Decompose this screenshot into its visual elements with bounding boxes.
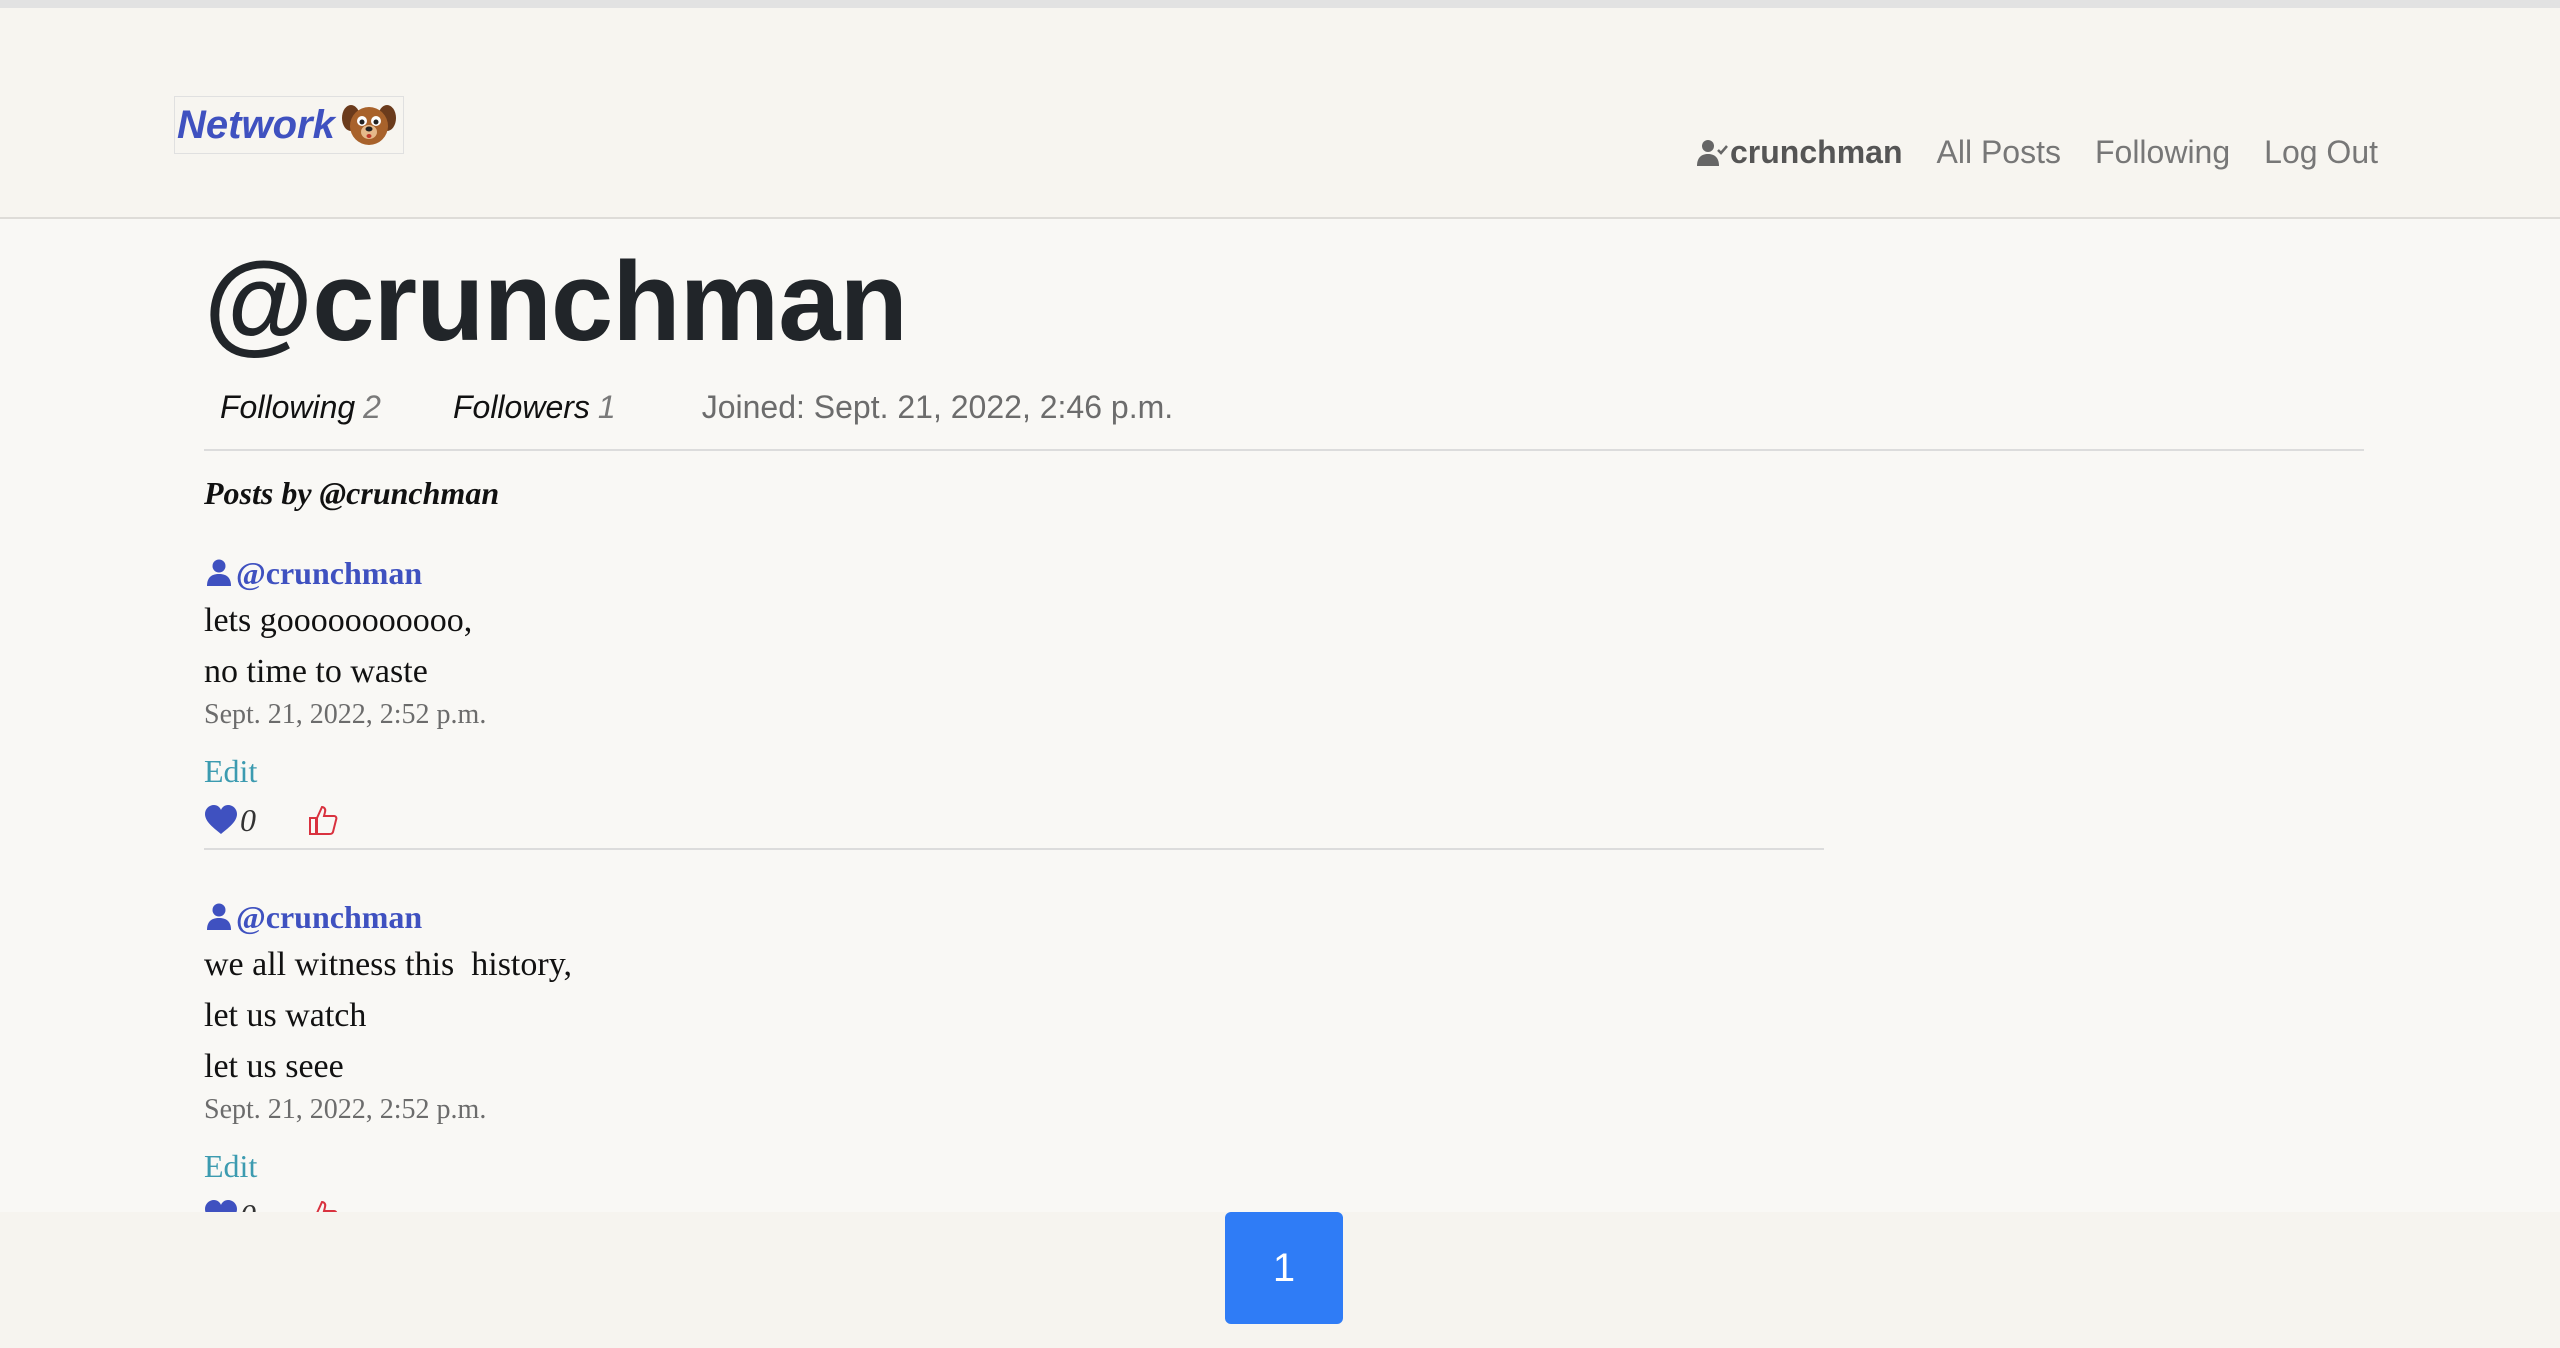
posts-heading: Posts by @crunchman	[204, 475, 500, 511]
page-button-current[interactable]: 1	[1225, 1212, 1343, 1324]
following-label: Following	[220, 389, 356, 425]
post-author-name: @crunchman	[236, 898, 423, 935]
like-button[interactable]: 0	[204, 802, 256, 839]
followers-count: 1	[597, 389, 616, 425]
heart-icon	[205, 805, 237, 834]
edit-post-link[interactable]: Edit	[204, 753, 257, 790]
followers-label: Followers	[452, 389, 590, 425]
following-count: 2	[363, 389, 381, 425]
post-divider	[204, 848, 1824, 850]
edit-post-link[interactable]: Edit	[204, 1148, 257, 1185]
brand-name: Network	[177, 102, 335, 147]
nav-log-out[interactable]: Log Out	[2264, 134, 2378, 171]
dog-logo-icon	[341, 105, 396, 145]
post-content-line: lets gooooooooooo,	[204, 602, 473, 639]
thumbs-up-icon[interactable]	[308, 804, 338, 836]
post-card: @crunchman lets gooooooooooo, no time to…	[204, 551, 1824, 850]
user-check-icon	[1697, 139, 1728, 166]
post-actions: 0	[204, 796, 1824, 844]
page-title: @crunchman	[204, 239, 908, 364]
post-card: @crunchman we all witness this history, …	[204, 895, 1824, 1239]
post-content-line: let us watch	[204, 997, 367, 1034]
user-icon	[207, 903, 231, 930]
joined-date: Joined: Sept. 21, 2022, 2:46 p.m.	[701, 389, 1174, 425]
post-author-link[interactable]: @crunchman	[204, 551, 1824, 595]
like-count: 0	[240, 801, 256, 838]
post-timestamp: Sept. 21, 2022, 2:52 p.m.	[204, 699, 487, 730]
profile-stats: Following 2 Followers 1 Joined: Sept. 21, …	[220, 389, 1173, 426]
nav-username: crunchman	[1730, 134, 1903, 170]
brand-logo[interactable]: Network	[174, 96, 404, 154]
user-icon	[207, 559, 231, 586]
post-author-name: @crunchman	[236, 554, 423, 591]
post-content-line: we all witness this history,	[204, 946, 572, 983]
followers-stat[interactable]: Followers 1	[453, 389, 616, 426]
profile-divider	[204, 449, 2364, 451]
following-stat[interactable]: Following 2	[220, 389, 381, 426]
nav-all-posts[interactable]: All Posts	[1936, 134, 2060, 171]
nav-links: crunchman All Posts Following Log Out	[1696, 134, 2378, 171]
post-content-line: no time to waste	[204, 653, 428, 690]
nav-user-profile[interactable]: crunchman	[1696, 134, 1902, 171]
navbar: Network crunchman All Posts Following Lo…	[0, 8, 2560, 219]
pagination-bar: 1	[0, 1212, 2560, 1348]
nav-following[interactable]: Following	[2095, 134, 2230, 171]
post-author-link[interactable]: @crunchman	[204, 895, 1824, 939]
browser-top-border	[0, 0, 2560, 8]
post-content-line: let us seee	[204, 1048, 344, 1085]
post-timestamp: Sept. 21, 2022, 2:52 p.m.	[204, 1094, 487, 1125]
